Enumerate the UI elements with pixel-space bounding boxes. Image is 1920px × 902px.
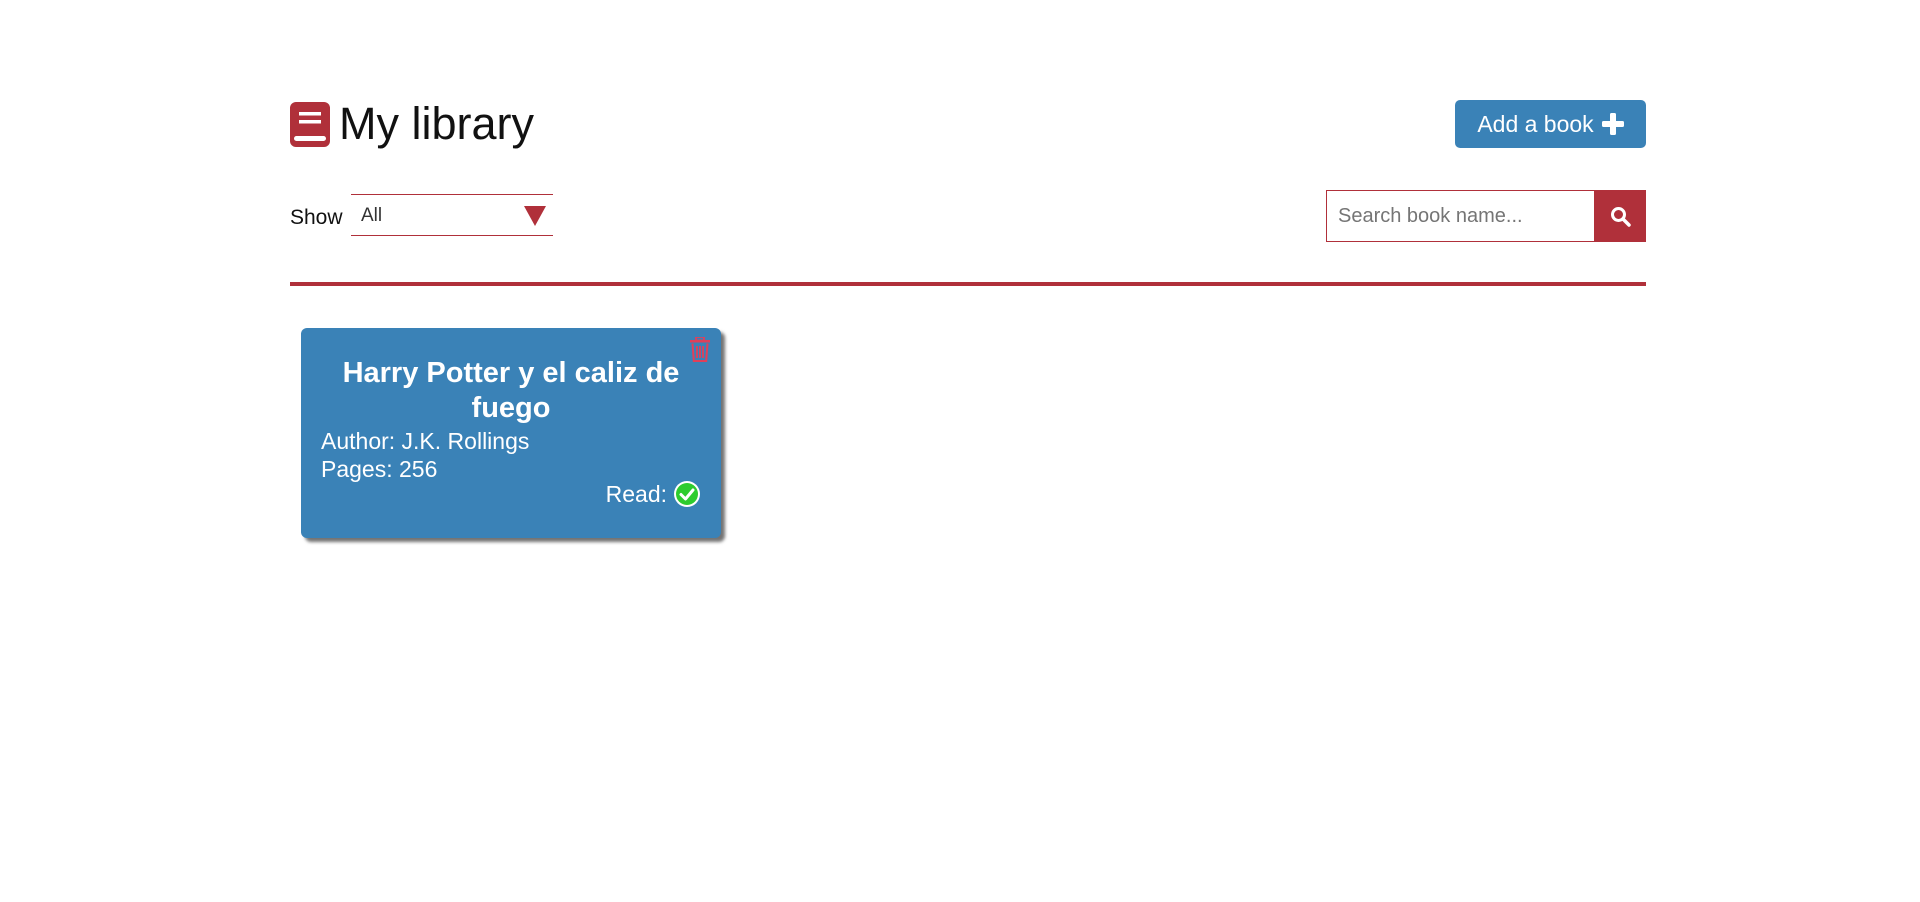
- plus-icon: [1601, 113, 1624, 135]
- page-title: My library: [339, 98, 535, 149]
- book-title: Harry Potter y el caliz de fuego: [342, 357, 680, 424]
- header: My library Add a book: [290, 100, 1646, 148]
- search-input[interactable]: [1326, 190, 1594, 242]
- book-icon: [290, 101, 330, 147]
- search-bar: [1326, 190, 1646, 242]
- add-book-button[interactable]: Add a book: [1455, 100, 1646, 148]
- book-author: Author: J.K. Rollings: [321, 428, 530, 454]
- search-button[interactable]: [1594, 190, 1646, 242]
- book-read-status: Read:: [606, 479, 701, 509]
- divider: [290, 282, 1646, 286]
- logo: My library: [290, 100, 534, 148]
- show-filter-select[interactable]: All: [351, 194, 553, 236]
- toolbar: Show All: [290, 190, 1646, 244]
- show-label: Show: [290, 206, 343, 229]
- add-book-label: Add a book: [1477, 110, 1594, 137]
- read-label: Read:: [605, 480, 667, 507]
- book-card: Harry Potter y el caliz de fuego Author:…: [301, 328, 721, 538]
- triangle-down-icon: [524, 206, 546, 226]
- select-value: All: [361, 205, 383, 226]
- book-pages: Pages: 256: [321, 456, 438, 482]
- search-icon: [1610, 206, 1631, 227]
- check-circle-icon[interactable]: [673, 480, 701, 508]
